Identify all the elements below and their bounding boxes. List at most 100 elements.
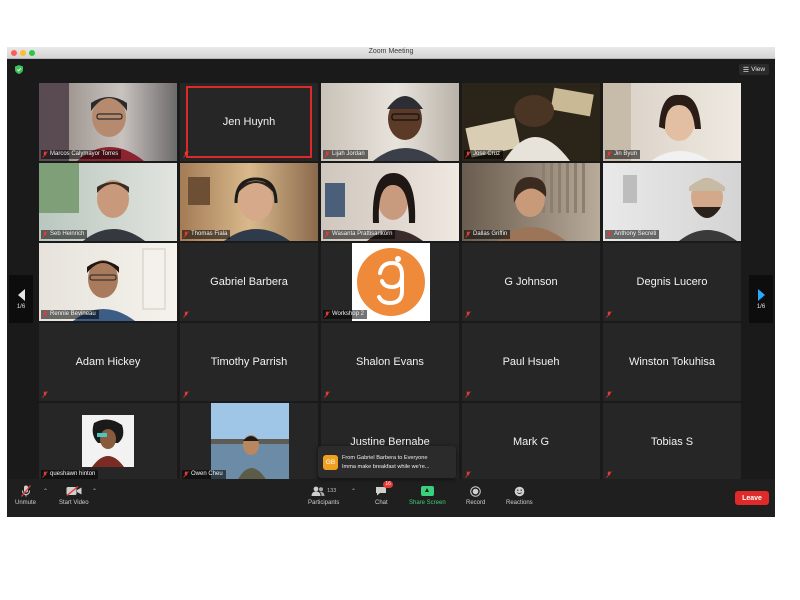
participant-name: Adam Hickey [75, 356, 141, 368]
chat-notification-message: Imma make breakfast while we're... [342, 463, 430, 470]
participants-icon [311, 486, 325, 496]
next-page-button[interactable]: 1/6 [749, 275, 773, 323]
participant-name-label: Marcos Calymayor Torres [41, 150, 122, 159]
participant-tile[interactable]: Marcos Calymayor Torres [39, 83, 177, 161]
chat-button[interactable]: 16 Chat [375, 481, 393, 506]
leave-meeting-button[interactable]: Leave [735, 491, 769, 505]
unmute-button[interactable]: Unmute [15, 485, 36, 506]
participant-name-label: Seb Heinrich [41, 230, 88, 239]
participant-tile[interactable]: queshawn hinton [39, 403, 177, 481]
muted-mic-icon [183, 231, 189, 238]
participant-name-label: Workshop 2 [323, 310, 367, 319]
participant-tile[interactable]: Wasanta Prattisarikorn [321, 163, 459, 241]
participant-tile[interactable]: Winston Tokuhisa [603, 323, 741, 401]
participant-tile[interactable]: Adam Hickey [39, 323, 177, 401]
participant-tile[interactable]: Tobias S [603, 403, 741, 481]
meeting-area: ☰ View 1/6 1/6 Marcos Calymayor Torres J… [7, 59, 775, 481]
participant-name-label: queshawn hinton [41, 470, 99, 479]
muted-mic-icon [324, 311, 330, 318]
share-screen-button[interactable]: Share Screen [409, 485, 446, 506]
participants-count: 133 [327, 488, 337, 494]
participant-name: Mark G [512, 436, 550, 448]
share-screen-icon [420, 486, 434, 496]
record-button[interactable]: Record [466, 485, 485, 506]
meeting-toolbar: Unmute ⌃ Start Video ⌃ 133 Participants … [7, 479, 775, 517]
page-indicator-right: 1/6 [756, 303, 766, 310]
participant-name: Paul Hsueh [502, 356, 560, 368]
view-button-label: View [751, 66, 766, 73]
muted-mic-icon [606, 231, 612, 238]
previous-page-button[interactable]: 1/6 [9, 275, 33, 323]
muted-mic-icon [324, 391, 330, 398]
participant-name-label: Thomas Fiala [182, 230, 231, 239]
participant-name: Gabriel Barbera [210, 276, 288, 288]
muted-mic-icon [324, 231, 330, 238]
participants-button[interactable]: 133 Participants [308, 485, 339, 506]
zoom-window: Zoom Meeting ☰ View 1/6 1/6 Marcos Calym… [7, 47, 775, 517]
participant-tile[interactable]: Seb Heinrich [39, 163, 177, 241]
participant-tile[interactable]: G Johnson [462, 243, 600, 321]
participant-tile[interactable]: Mark G [462, 403, 600, 481]
participant-tile[interactable]: Lijah Jordan [321, 83, 459, 161]
muted-mic-icon [324, 151, 330, 158]
participant-name-label: Lijah Jordan [323, 150, 368, 159]
muted-mic-icon [42, 391, 48, 398]
participant-name-label: Rennie Bevineau [41, 310, 99, 319]
muted-mic-icon [606, 151, 612, 158]
muted-mic-icon [465, 151, 471, 158]
participant-tile[interactable]: Paul Hsueh [462, 323, 600, 401]
muted-mic-icon [183, 151, 189, 158]
gallery-grid: Marcos Calymayor Torres Jen Huynh Lijah … [39, 83, 741, 483]
muted-mic-icon [183, 391, 189, 398]
muted-mic-icon [465, 471, 471, 478]
muted-mic-icon [606, 311, 612, 318]
muted-mic-icon [465, 391, 471, 398]
participant-name: Shalon Evans [356, 356, 424, 368]
chevron-right-icon [757, 288, 765, 301]
participant-tile[interactable]: Gabriel Barbera [180, 243, 318, 321]
record-icon [470, 485, 481, 497]
muted-mic-icon [465, 231, 471, 238]
participant-tile[interactable]: Jin Byun [603, 83, 741, 161]
start-video-button[interactable]: Start Video [59, 485, 89, 506]
muted-mic-icon [42, 151, 48, 158]
participant-tile[interactable]: Timothy Parrish [180, 323, 318, 401]
participant-name-label: Wasanta Prattisarikorn [323, 230, 396, 239]
participant-tile-active-speaker[interactable]: Jose Cruz [462, 83, 600, 161]
participants-options-caret-icon[interactable]: ⌃ [351, 488, 356, 495]
window-title: Zoom Meeting [368, 48, 414, 55]
participant-tile[interactable]: Jen Huynh [180, 83, 318, 161]
participant-tile[interactable]: Workshop 2 [321, 243, 459, 321]
participant-name-label: Jin Byun [605, 150, 641, 159]
participant-name: Jen Huynh [222, 116, 276, 128]
muted-mic-icon [183, 311, 189, 318]
participant-tile[interactable]: Rennie Bevineau [39, 243, 177, 321]
view-button[interactable]: ☰ View [739, 64, 769, 75]
reactions-button[interactable]: Reactions [506, 485, 533, 506]
participant-name: Winston Tokuhisa [628, 356, 715, 368]
participant-tile[interactable]: Anthony Secreti [603, 163, 741, 241]
participant-name-label: Jose Cruz [464, 150, 504, 159]
participant-tile[interactable]: Dallas Griffin [462, 163, 600, 241]
chat-notification[interactable]: GB From Gabriel Barbera to Everyone Imma… [318, 446, 456, 478]
chat-sender-avatar: GB [323, 454, 338, 470]
participant-photo [82, 415, 134, 467]
security-shield-icon[interactable] [15, 65, 23, 74]
participant-name: Degnis Lucero [636, 276, 708, 288]
video-options-caret-icon[interactable]: ⌃ [92, 488, 97, 495]
audio-options-caret-icon[interactable]: ⌃ [43, 488, 48, 495]
muted-mic-icon [20, 485, 31, 497]
participant-tile[interactable]: Degnis Lucero [603, 243, 741, 321]
participant-name: G Johnson [504, 276, 558, 288]
chat-notification-header: From Gabriel Barbera to Everyone [342, 454, 428, 461]
participant-tile[interactable]: Thomas Fiala [180, 163, 318, 241]
participant-name: Timothy Parrish [210, 356, 288, 368]
chevron-left-icon [17, 288, 25, 301]
smiley-icon [514, 486, 525, 496]
muted-mic-icon [606, 391, 612, 398]
muted-mic-icon [42, 231, 48, 238]
title-bar: Zoom Meeting [7, 47, 775, 59]
participant-tile[interactable]: Owen Cheu [180, 403, 318, 481]
participant-tile[interactable]: Shalon Evans [321, 323, 459, 401]
participant-name: Tobias S [650, 436, 694, 448]
